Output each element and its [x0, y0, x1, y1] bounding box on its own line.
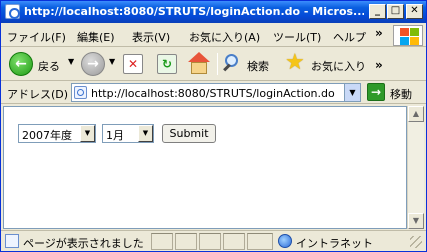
menu-overflow-chevron-icon[interactable]: »: [375, 26, 383, 40]
ie-page-icon: [5, 4, 20, 19]
status-cell: [199, 233, 221, 250]
year-select-value: 2007年度: [22, 129, 72, 142]
menu-file[interactable]: ファイル(F): [7, 29, 66, 45]
menu-help[interactable]: ヘルプ: [333, 29, 366, 45]
windows-logo-icon: [393, 25, 423, 46]
address-bar: アドレス(D) http://localhost:8080/STRUTS/log…: [1, 81, 426, 104]
address-input[interactable]: http://localhost:8080/STRUTS/loginAction…: [71, 83, 361, 102]
security-zone-label: イントラネット: [296, 237, 373, 250]
back-label[interactable]: 戻る: [38, 58, 60, 74]
close-button[interactable]: ✕: [406, 4, 423, 19]
home-icon[interactable]: [187, 52, 211, 76]
window-title: http://localhost:8080/STRUTS/loginAction…: [24, 5, 364, 18]
page-content: 2007年度 ▼ 1月 ▼ Submit: [3, 106, 407, 229]
menu-tools[interactable]: ツール(T): [273, 29, 321, 45]
go-label[interactable]: 移動: [390, 86, 412, 102]
resize-grip-icon[interactable]: [410, 236, 422, 248]
month-select-value: 1月: [106, 129, 124, 142]
browser-window: http://localhost:8080/STRUTS/loginAction…: [0, 0, 427, 252]
status-text: ページが表示されました: [23, 237, 144, 250]
page-icon: [74, 86, 87, 99]
scroll-up-icon[interactable]: ▲: [408, 106, 424, 122]
menu-favorites[interactable]: お気に入り(A): [189, 29, 260, 45]
search-icon[interactable]: [223, 54, 241, 72]
search-label[interactable]: 検索: [247, 58, 269, 74]
month-select[interactable]: 1月 ▼: [102, 124, 154, 143]
toolbar-separator: [217, 53, 218, 75]
toolbar-overflow-chevron-icon[interactable]: »: [375, 58, 383, 72]
status-page-icon: [5, 234, 19, 248]
status-bar: ページが表示されました イントラネット: [1, 230, 426, 251]
month-select-dropdown-icon[interactable]: ▼: [138, 125, 153, 142]
title-bar: http://localhost:8080/STRUTS/loginAction…: [1, 1, 426, 23]
address-dropdown-icon[interactable]: ▼: [344, 84, 360, 101]
vertical-scrollbar[interactable]: ▲ ▼: [407, 106, 424, 229]
back-arrow-icon[interactable]: ←: [9, 52, 33, 76]
status-cell: [247, 233, 273, 250]
scroll-down-icon[interactable]: ▼: [408, 213, 424, 229]
submit-button[interactable]: Submit: [162, 124, 216, 143]
maximize-button[interactable]: □: [387, 4, 404, 19]
minimize-button[interactable]: _: [369, 4, 386, 19]
year-select[interactable]: 2007年度 ▼: [18, 124, 96, 143]
year-select-dropdown-icon[interactable]: ▼: [80, 125, 95, 142]
back-dropdown-icon[interactable]: ▼: [68, 57, 74, 66]
menu-edit[interactable]: 編集(E): [77, 29, 115, 45]
menu-view[interactable]: 表示(V): [132, 29, 170, 45]
address-label: アドレス(D): [7, 88, 69, 101]
forward-dropdown-icon[interactable]: ▼: [109, 57, 115, 66]
go-arrow-icon[interactable]: →: [367, 83, 385, 101]
address-url[interactable]: http://localhost:8080/STRUTS/loginAction…: [91, 87, 341, 100]
menu-bar: ファイル(F) 編集(E) 表示(V) お気に入り(A) ツール(T) ヘルプ …: [1, 23, 426, 47]
status-cell: [223, 233, 245, 250]
forward-arrow-icon[interactable]: →: [81, 52, 105, 76]
status-cell: [175, 233, 197, 250]
standard-toolbar: ← 戻る ▼ → ▼ ✕ ↻ 検索 ★ お気に入り »: [1, 47, 426, 81]
intranet-zone-icon: [278, 234, 292, 248]
favorites-label[interactable]: お気に入り: [311, 58, 366, 74]
refresh-icon[interactable]: ↻: [157, 54, 177, 74]
stop-icon[interactable]: ✕: [123, 54, 143, 74]
favorites-star-icon[interactable]: ★: [285, 51, 305, 75]
status-cell: [151, 233, 173, 250]
